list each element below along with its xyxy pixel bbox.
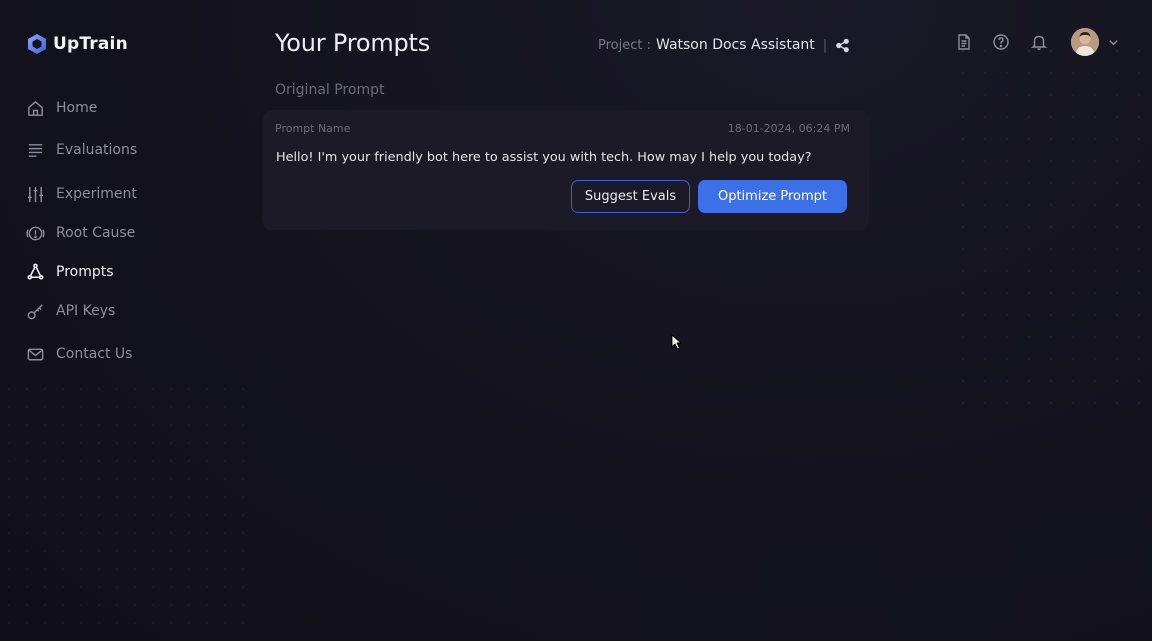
uptrain-logo-icon — [28, 34, 46, 54]
app-window: UpTrain Home Evaluations Experiment Root… — [0, 0, 1152, 641]
share-icon[interactable] — [835, 38, 850, 53]
sidebar-item-label: API Keys — [56, 303, 116, 319]
prompts-icon — [27, 263, 44, 280]
background-dot-pattern — [952, 40, 1152, 420]
section-title: Original Prompt — [275, 82, 385, 98]
home-icon — [28, 100, 43, 116]
prompt-card: Prompt Name 18-01-2024, 06:24 PM Hello! … — [262, 110, 869, 230]
brand-logo[interactable]: UpTrain — [27, 33, 128, 55]
sidebar-item-label: Contact Us — [56, 346, 133, 362]
sidebar-item-label: Root Cause — [56, 225, 136, 241]
sidebar-item-label: Evaluations — [56, 142, 138, 158]
sidebar-item-api-keys[interactable]: API Keys — [26, 300, 226, 322]
sidebar-item-root-cause[interactable]: Root Cause — [26, 222, 226, 244]
sidebar-item-prompts[interactable]: Prompts — [26, 261, 226, 283]
avatar-image-icon — [1071, 28, 1099, 56]
document-icon[interactable] — [955, 33, 973, 51]
suggest-evals-button[interactable]: Suggest Evals — [571, 180, 690, 213]
sidebar-item-label: Prompts — [56, 264, 114, 280]
sidebar-item-contact-us[interactable]: Contact Us — [26, 343, 226, 365]
sidebar-item-label: Home — [56, 100, 98, 116]
sidebar-item-experiment[interactable]: Experiment — [26, 183, 226, 205]
sidebar-item-label: Experiment — [56, 186, 137, 202]
background-dot-pattern — [0, 380, 260, 641]
project-name[interactable]: Watson Docs Assistant — [656, 37, 815, 53]
brand-name: UpTrain — [53, 34, 128, 54]
mail-icon — [27, 348, 44, 360]
user-avatar[interactable] — [1071, 28, 1099, 56]
page-title: Your Prompts — [275, 29, 431, 57]
project-separator: | — [822, 37, 828, 53]
prompt-text: Hello! I'm your friendly bot here to ass… — [276, 150, 812, 165]
project-selector: Project : Watson Docs Assistant | — [598, 37, 850, 53]
key-icon — [27, 303, 43, 319]
prompt-timestamp: 18-01-2024, 06:24 PM — [727, 122, 850, 135]
sidebar-item-evaluations[interactable]: Evaluations — [26, 139, 226, 161]
optimize-prompt-button[interactable]: Optimize Prompt — [698, 180, 847, 213]
prompt-name-label: Prompt Name — [275, 122, 351, 135]
list-icon — [28, 143, 43, 157]
project-label: Project : — [598, 37, 651, 53]
mouse-cursor-icon — [671, 334, 682, 350]
help-icon[interactable] — [992, 33, 1010, 51]
chevron-down-icon[interactable] — [1107, 36, 1120, 49]
sidebar-item-home[interactable]: Home — [26, 97, 226, 119]
alert-icon — [26, 226, 45, 240]
bell-icon[interactable] — [1030, 33, 1048, 51]
sliders-icon — [27, 186, 44, 202]
